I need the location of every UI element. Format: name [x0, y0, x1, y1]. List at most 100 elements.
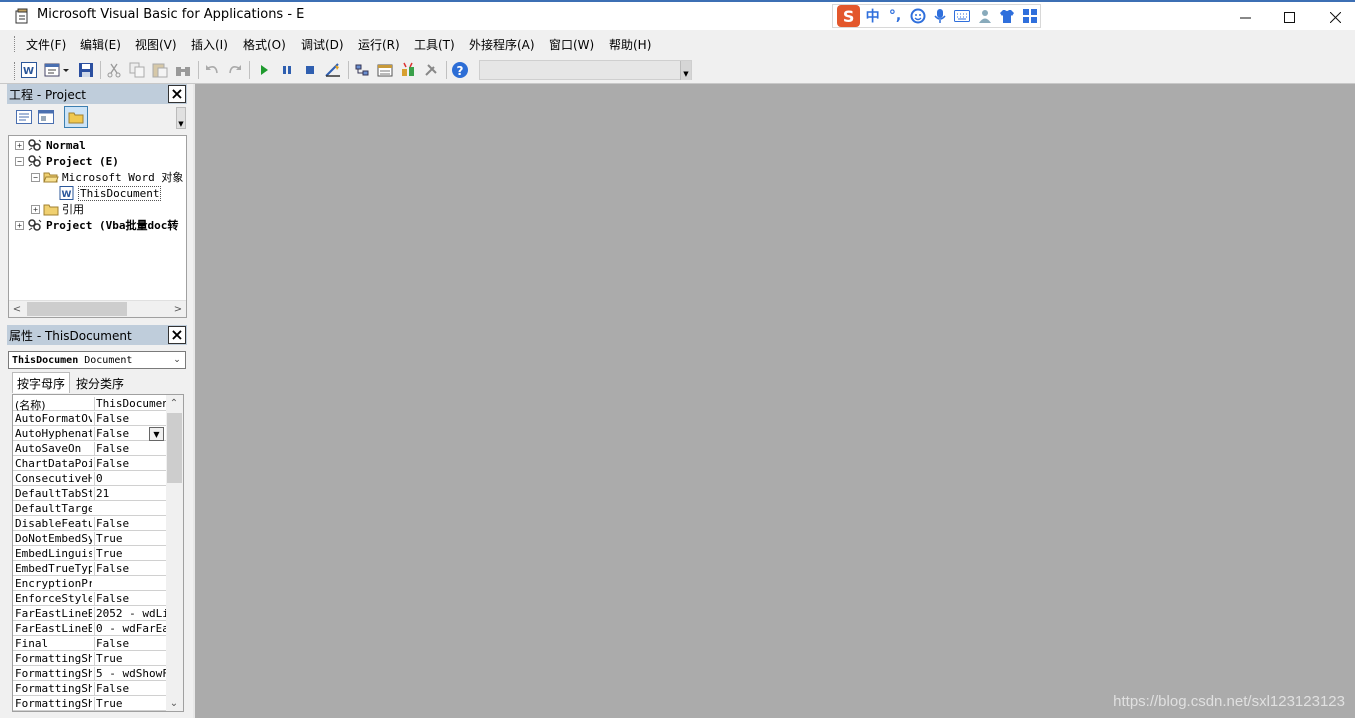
property-value[interactable]: True — [94, 532, 166, 545]
menu-file[interactable]: 文件(F) — [26, 36, 66, 53]
property-row[interactable]: FormattingShowFilter5 - wdShowFilter — [13, 666, 166, 681]
property-value[interactable]: 0 — [94, 472, 166, 485]
toolbox-icon[interactable] — [422, 61, 440, 79]
property-row[interactable]: EncryptionProvider — [13, 576, 166, 591]
property-row[interactable]: AutoFormatOverrideFalse — [13, 411, 166, 426]
property-value[interactable]: True — [94, 547, 166, 560]
design-mode-icon[interactable] — [324, 61, 342, 79]
menu-format[interactable]: 格式(O) — [243, 36, 286, 53]
minimize-icon[interactable] — [1222, 2, 1268, 32]
ime-mode-toggle[interactable]: 中 — [862, 6, 882, 26]
property-row[interactable]: EmbedTrueTypeFontsFalse — [13, 561, 166, 576]
property-row[interactable]: FormattingShowClearTrue — [13, 651, 166, 666]
property-row[interactable]: FarEastLineBreakLevel0 - wdFarEastLineBr… — [13, 621, 166, 636]
menu-run[interactable]: 运行(R) — [358, 36, 400, 53]
property-row[interactable]: EmbedLinguisticDataTrue — [13, 546, 166, 561]
property-row[interactable]: Final False — [13, 636, 166, 651]
copy-icon[interactable] — [128, 61, 146, 79]
reset-icon[interactable] — [301, 61, 319, 79]
menu-window[interactable]: 窗口(W) — [549, 36, 594, 53]
hscroll-thumb[interactable] — [27, 302, 127, 316]
object-select[interactable]: ThisDocumen Document ⌄ — [8, 351, 186, 369]
close-icon[interactable]: × — [168, 85, 186, 103]
properties-icon[interactable] — [376, 61, 394, 79]
toolbar-position-combo[interactable]: ▼ — [479, 60, 692, 80]
chevron-down-icon[interactable]: ⌄ — [169, 352, 185, 368]
close-icon[interactable] — [1312, 2, 1355, 32]
punctuation-toggle[interactable]: °, — [885, 6, 905, 26]
project-tree[interactable]: + Normal − Project (E) − Microsoft Word 对象 W Th… — [8, 135, 187, 318]
smiley-icon[interactable] — [907, 6, 927, 26]
property-value[interactable]: False — [94, 517, 166, 530]
property-value[interactable]: False — [94, 562, 166, 575]
vscroll-thumb[interactable] — [167, 413, 182, 483]
property-value[interactable]: False — [94, 457, 166, 470]
expand-icon[interactable]: + — [15, 220, 24, 230]
scroll-down-icon[interactable]: ⌄ — [166, 695, 182, 711]
property-value[interactable]: False — [94, 592, 166, 605]
menu-help[interactable]: 帮助(H) — [609, 36, 651, 53]
word-icon[interactable]: W — [20, 61, 38, 79]
save-icon[interactable] — [77, 61, 95, 79]
view-object-icon[interactable] — [36, 108, 56, 126]
maximize-icon[interactable] — [1266, 2, 1312, 32]
keyboard-icon[interactable] — [952, 6, 972, 26]
close-icon[interactable]: × — [168, 326, 186, 344]
property-value[interactable]: False — [94, 637, 166, 650]
property-value[interactable]: False — [94, 442, 166, 455]
toolbar-grip[interactable] — [14, 62, 17, 80]
tree-node[interactable]: − Microsoft Word 对象 — [31, 169, 183, 185]
run-icon[interactable] — [255, 61, 273, 79]
cut-icon[interactable] — [105, 61, 123, 79]
menu-debug[interactable]: 调试(D) — [301, 36, 344, 53]
tree-node[interactable]: − Project (E) — [15, 153, 119, 169]
code-mdi-area[interactable]: https://blog.csdn.net/sxl123123123 — [193, 84, 1355, 718]
collapse-icon[interactable]: − — [31, 172, 40, 182]
property-value[interactable]: True — [94, 697, 166, 710]
chevron-down-icon[interactable]: ▼ — [680, 61, 691, 80]
scroll-right-icon[interactable]: > — [170, 301, 186, 317]
property-row[interactable]: (名称)ThisDocument — [13, 396, 166, 412]
tab-categorized[interactable]: 按分类序 — [72, 373, 129, 392]
property-row[interactable]: AutoSaveOn False — [13, 441, 166, 456]
project-hscroll[interactable]: < > — [9, 300, 186, 317]
scroll-left-icon[interactable]: < — [9, 301, 25, 317]
property-row[interactable]: FarEastLineBreakLanguage2052 - wdLineBre… — [13, 606, 166, 621]
grid-icon[interactable] — [1020, 6, 1040, 26]
paste-icon[interactable] — [151, 61, 169, 79]
property-value[interactable]: 0 - wdFarEastLineBreak — [94, 622, 166, 635]
property-value[interactable]: 21 — [94, 487, 166, 500]
tree-node[interactable]: + Project (Vba批量doc转 — [15, 217, 178, 233]
menubar-grip[interactable] — [14, 36, 17, 52]
properties-vscroll[interactable]: ⌃ ⌄ — [166, 395, 183, 711]
property-row[interactable]: DoNotEmbedSystemFontsTrue — [13, 531, 166, 546]
tab-alphabetic[interactable]: 按字母序 — [12, 372, 71, 393]
view-code-icon[interactable] — [14, 108, 34, 126]
tree-node[interactable]: + 引用 — [31, 201, 84, 217]
insert-userform-icon[interactable] — [43, 61, 71, 79]
expand-icon[interactable]: + — [15, 140, 24, 150]
project-explorer-icon[interactable] — [353, 61, 371, 79]
microphone-icon[interactable] — [930, 6, 950, 26]
property-value[interactable]: False — [94, 412, 166, 425]
collapse-icon[interactable]: − — [15, 156, 24, 166]
property-value[interactable]: True — [94, 652, 166, 665]
redo-icon[interactable] — [226, 61, 244, 79]
user-icon[interactable] — [975, 6, 995, 26]
property-row[interactable]: ChartDataPointTrackFalse — [13, 456, 166, 471]
property-value[interactable]: ThisDocument — [94, 397, 166, 410]
undo-icon[interactable] — [203, 61, 221, 79]
property-value[interactable]: 5 - wdShowFilter — [94, 667, 166, 680]
sogou-logo-icon[interactable]: S — [837, 5, 861, 27]
tree-node[interactable]: W ThisDocument — [47, 185, 162, 201]
chevron-down-icon[interactable]: ▼ — [176, 107, 186, 129]
property-row[interactable]: EnforceStyle False — [13, 591, 166, 606]
property-row[interactable]: DefaultTabStop21 — [13, 486, 166, 501]
property-row[interactable]: ConsecutiveHyphensLimit0 — [13, 471, 166, 486]
property-value[interactable]: 2052 - wdLineBreak — [94, 607, 166, 620]
menu-edit[interactable]: 编辑(E) — [80, 36, 121, 53]
expand-icon[interactable]: + — [31, 204, 40, 214]
property-row[interactable]: FormattingShowNumberingTrue — [13, 696, 166, 711]
scroll-up-icon[interactable]: ⌃ — [166, 395, 182, 411]
find-icon[interactable] — [174, 61, 192, 79]
